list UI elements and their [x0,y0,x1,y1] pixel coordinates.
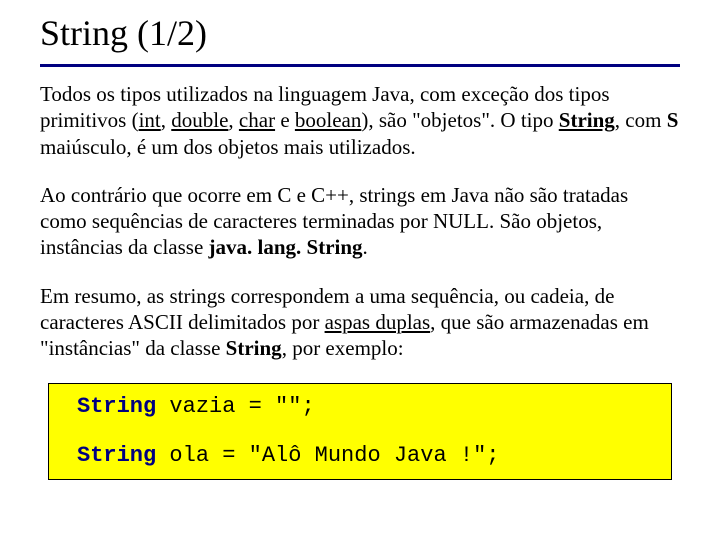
text: maiúsculo, é um dos objetos mais utiliza… [40,135,416,159]
keyword-boolean: boolean [295,108,361,132]
text: , [228,108,239,132]
term-aspas-duplas: aspas duplas [325,310,431,334]
text: ), são "objetos". O tipo [361,108,558,132]
text: e [275,108,295,132]
text: , [161,108,172,132]
code-text: vazia = ""; [156,394,314,419]
code-keyword: String [77,394,156,419]
code-line-2: String ola = "Alô Mundo Java !"; [77,443,667,469]
keyword-string: String [559,108,615,132]
keyword-char: char [239,108,275,132]
paragraph-1: Todos os tipos utilizados na linguagem J… [40,81,680,160]
class-name: java. lang. String [209,235,363,259]
keyword-double: double [171,108,228,132]
code-line-1: String vazia = ""; [77,394,667,420]
code-keyword: String [77,443,156,468]
code-box: String vazia = ""; String ola = "Alô Mun… [48,383,672,480]
text: , com [615,108,667,132]
paragraph-2: Ao contrário que ocorre em C e C++, stri… [40,182,680,261]
text: . [363,235,368,259]
text: , por exemplo: [282,336,404,360]
page-title: String (1/2) [40,12,680,58]
letter-s: S [667,108,679,132]
slide: String (1/2) Todos os tipos utilizados n… [0,0,720,480]
keyword-int: int [139,108,161,132]
title-rule [40,64,680,67]
code-gap [77,421,667,443]
keyword-string: String [226,336,282,360]
paragraph-3: Em resumo, as strings correspondem a uma… [40,283,680,362]
code-text: ola = "Alô Mundo Java !"; [156,443,499,468]
